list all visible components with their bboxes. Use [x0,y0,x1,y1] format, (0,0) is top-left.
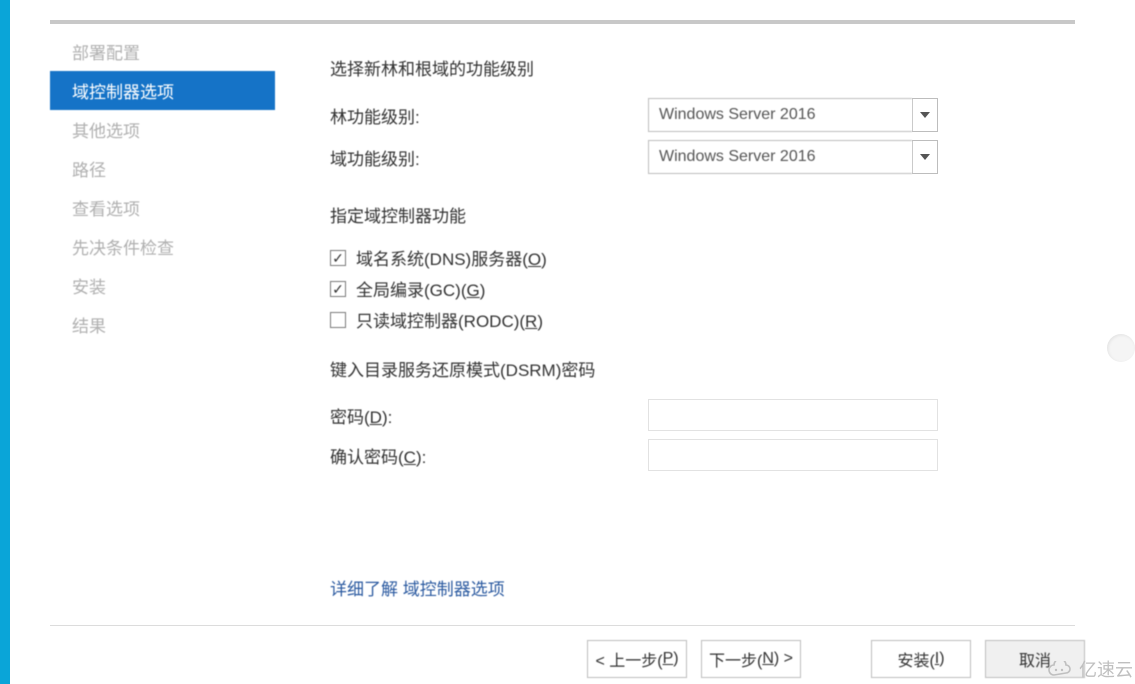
confirm-password-label: 确认密码(C): [330,443,648,468]
wizard-button-bar: < 上一步(P) 下一步(N) > 安装(I) 取消 [587,640,1085,678]
learn-more-link[interactable]: 详细了解 域控制器选项 [330,580,505,599]
domain-level-row: 域功能级别: Windows Server 2016 [330,140,1065,174]
rodc-checkbox[interactable] [330,312,346,328]
rodc-hotkey: R [525,312,537,331]
dns-hotkey: O [528,250,541,269]
install-pre: 安装( [897,647,934,671]
next-post: ) > [774,650,793,668]
rodc-label-pre: 只读域控制器(RODC)( [356,312,525,331]
dns-label-post: ) [541,250,547,269]
dsrm-password-title: 键入目录服务还原模式(DSRM)密码 [330,356,1065,381]
learn-more-row: 详细了解 域控制器选项 [330,575,505,600]
previous-pre: < 上一步( [595,647,662,671]
gc-label-post: ) [480,281,486,300]
domain-level-value: Windows Server 2016 [648,140,912,174]
cloud-icon [1047,661,1073,677]
confirm-hotkey: C [404,448,416,467]
header-divider [50,20,1075,24]
password-row: 密码(D): [330,399,1065,431]
rodc-checkbox-label: 只读域控制器(RODC)(R) [356,307,543,332]
forest-level-row: 林功能级别: Windows Server 2016 [330,98,1065,132]
window-left-edge [0,0,10,684]
gc-checkbox-label: 全局编录(GC)(G) [356,276,485,301]
rodc-label-post: ) [537,312,543,331]
password-label-post: ): [382,408,392,427]
previous-hotkey: P [663,650,674,668]
dns-checkbox[interactable] [330,250,346,266]
watermark-text: 亿速云 [1079,656,1133,682]
confirm-label-post: ): [416,448,426,467]
domain-level-label: 域功能级别: [330,145,648,170]
sidebar-item-dc-options[interactable]: 域控制器选项 [50,71,275,110]
chevron-down-icon [920,154,930,160]
sidebar-item-additional-options[interactable]: 其他选项 [50,110,275,149]
gc-label-pre: 全局编录(GC)( [356,281,466,300]
gc-checkbox-row[interactable]: 全局编录(GC)(G) [330,276,1065,301]
password-input[interactable] [648,399,938,431]
forest-level-label: 林功能级别: [330,103,648,128]
confirm-label-pre: 确认密码( [330,448,404,467]
sidebar-item-prerequisites-check[interactable]: 先决条件检查 [50,227,275,266]
domain-level-select[interactable]: Windows Server 2016 [648,140,938,174]
side-indicator [1107,334,1135,362]
chevron-down-icon [920,112,930,118]
install-post: ) [939,650,944,668]
rodc-checkbox-row[interactable]: 只读域控制器(RODC)(R) [330,307,1065,332]
sidebar-item-paths[interactable]: 路径 [50,149,275,188]
dc-capabilities-title: 指定域控制器功能 [330,202,1065,227]
sidebar-item-deployment-config[interactable]: 部署配置 [50,32,275,71]
forest-level-dropdown-button[interactable] [912,98,938,132]
wizard-steps-sidebar: 部署配置 域控制器选项 其他选项 路径 查看选项 先决条件检查 安装 结果 [50,32,275,344]
sidebar-item-results[interactable]: 结果 [50,305,275,344]
footer-divider [50,625,1075,626]
main-content: 选择新林和根域的功能级别 林功能级别: Windows Server 2016 … [330,45,1065,479]
next-hotkey: N [762,650,774,668]
dns-label-pre: 域名系统(DNS)服务器( [356,250,528,269]
password-label-pre: 密码( [330,408,370,427]
functional-levels-title: 选择新林和根域的功能级别 [330,55,1065,80]
install-button[interactable]: 安装(I) [871,640,971,678]
sidebar-item-installation[interactable]: 安装 [50,266,275,305]
confirm-password-row: 确认密码(C): [330,439,1065,471]
password-hotkey: D [370,408,382,427]
next-pre: 下一步( [709,647,762,671]
previous-post: ) [673,650,678,668]
next-button[interactable]: 下一步(N) > [701,640,801,678]
dns-checkbox-label: 域名系统(DNS)服务器(O) [356,245,547,270]
forest-level-select[interactable]: Windows Server 2016 [648,98,938,132]
gc-checkbox[interactable] [330,281,346,297]
forest-level-value: Windows Server 2016 [648,98,912,132]
password-label: 密码(D): [330,403,648,428]
confirm-password-input[interactable] [648,439,938,471]
previous-button[interactable]: < 上一步(P) [587,640,687,678]
domain-level-dropdown-button[interactable] [912,140,938,174]
watermark: 亿速云 [1047,656,1133,682]
gc-hotkey: G [466,281,479,300]
sidebar-item-review-options[interactable]: 查看选项 [50,188,275,227]
dns-checkbox-row[interactable]: 域名系统(DNS)服务器(O) [330,245,1065,270]
